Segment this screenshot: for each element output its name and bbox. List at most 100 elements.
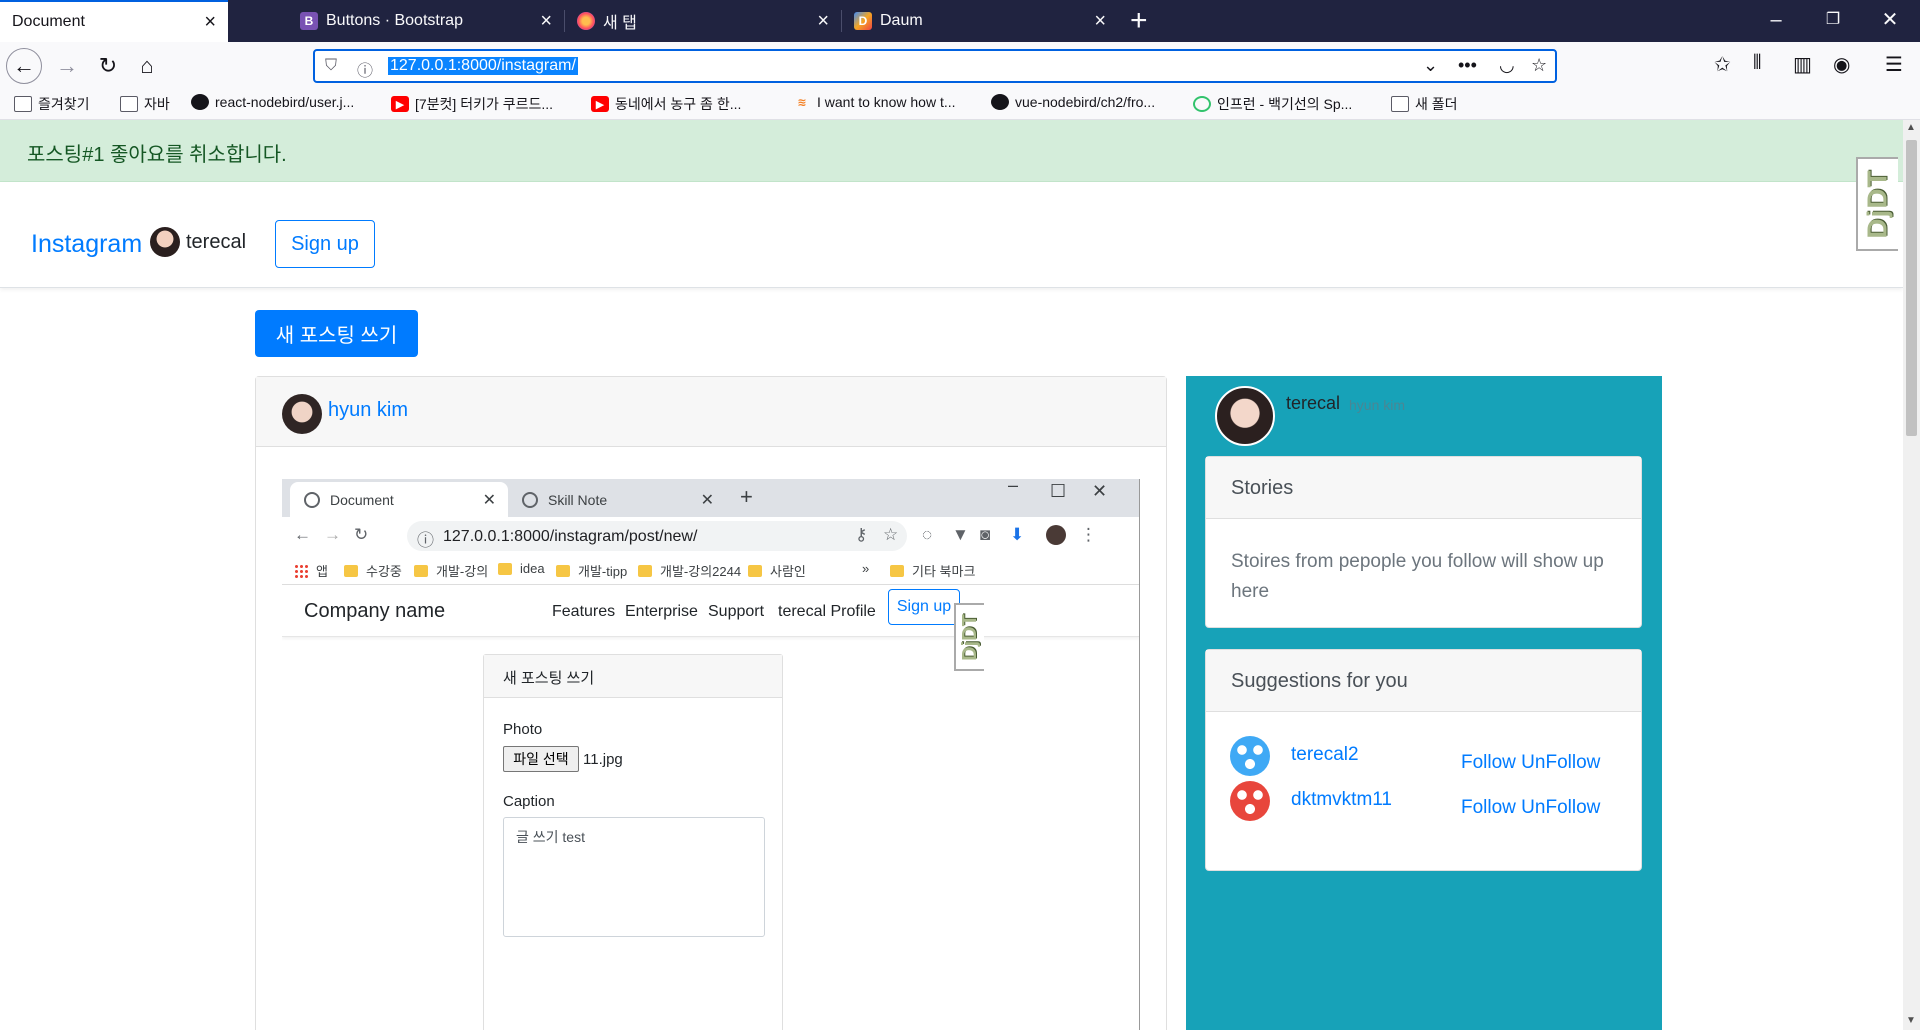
image-bookmark: 개발-강의 <box>414 561 488 580</box>
image-bookmark: 기타 북마크 <box>890 561 975 580</box>
debug-toolbar-handle[interactable]: DjDT <box>1856 157 1898 251</box>
image-file-button: 파일 선택 <box>503 746 579 772</box>
library-icon[interactable]: ⫴ <box>1753 52 1761 75</box>
forward-arrow-icon[interactable]: → <box>51 50 83 82</box>
image-nav-link: terecal Profile <box>778 603 876 620</box>
reload-icon: ↻ <box>354 525 369 544</box>
post-header: hyun kim <box>256 377 1166 447</box>
restore-icon[interactable]: ❐ <box>1813 4 1853 36</box>
chevron-down-icon[interactable]: ⌄ <box>1423 55 1438 76</box>
tab-bootstrap[interactable]: B Buttons · Bootstrap × <box>288 0 564 42</box>
avatar <box>1215 386 1275 446</box>
inflearn-icon <box>1193 96 1211 112</box>
suggestion-row: terecal2 Follow UnFollow <box>1206 736 1641 786</box>
tab-daum[interactable]: D Daum × <box>842 0 1118 42</box>
scroll-thumb[interactable] <box>1906 140 1917 436</box>
image-bookmark-label: 개발-tipp <box>578 564 628 579</box>
close-icon[interactable]: × <box>817 11 829 31</box>
image-bookmark: 앱 <box>294 561 328 580</box>
image-caption-textarea: 글 쓰기 test <box>503 817 765 937</box>
globe-icon <box>304 491 320 508</box>
bookmark-item[interactable]: react-nodebird/user.j... <box>191 94 354 110</box>
star-icon[interactable]: ☆ <box>1531 55 1547 76</box>
avatar <box>1230 781 1270 821</box>
browser-toolbar: ← → ↻ ⌂ ⛉ ⓘ 127.0.0.1:8000/instagram/ ⌄ … <box>0 42 1920 90</box>
sidebar-icon[interactable]: ▥ <box>1793 52 1812 77</box>
image-tab: Skill Note ✕ <box>508 482 726 517</box>
page-scrollbar[interactable]: ▲ ▼ <box>1903 120 1920 1030</box>
new-post-button[interactable]: 새 포스팅 쓰기 <box>255 310 418 357</box>
avatar <box>150 227 180 257</box>
bookmark-star-icon[interactable]: ✩ <box>1714 52 1731 77</box>
info-icon[interactable]: ⓘ <box>357 57 373 81</box>
folder-icon <box>120 96 138 112</box>
more-icon[interactable]: ••• <box>1458 55 1477 76</box>
tab-new-tab[interactable]: 새 탭 × <box>565 0 841 42</box>
folder-icon <box>344 564 358 577</box>
bookmark-label: 자바 <box>144 96 170 112</box>
close-icon[interactable]: × <box>1094 11 1106 31</box>
folder-icon <box>14 96 32 112</box>
firefox-icon <box>577 12 595 30</box>
reload-icon[interactable]: ↻ <box>92 50 124 82</box>
bookmark-item[interactable]: 자바 <box>120 94 170 114</box>
avatar <box>1046 525 1066 545</box>
minimize-icon[interactable]: – <box>1756 4 1796 36</box>
image-debug-toolbar-handle: DjDT <box>954 603 984 671</box>
image-bookmark: idea <box>498 561 545 576</box>
brand-link[interactable]: Instagram <box>31 230 142 259</box>
key-icon: ⚷ <box>855 525 868 544</box>
bookmark-item[interactable]: vue-nodebird/ch2/fro... <box>991 94 1155 110</box>
image-nav-link: Enterprise <box>625 603 698 620</box>
shield-icon[interactable]: ⛉ <box>325 57 337 75</box>
nav-username[interactable]: terecal <box>186 231 246 254</box>
scroll-up-icon[interactable]: ▲ <box>1906 122 1916 133</box>
url-bar[interactable]: ⛉ ⓘ 127.0.0.1:8000/instagram/ ⌄ ••• ◡ ☆ <box>313 49 1557 83</box>
tab-document[interactable]: Document × <box>0 0 228 42</box>
image-bookmark: 사람인 <box>748 561 806 580</box>
bookmark-item[interactable]: ▶ 동네에서 농구 좀 한... <box>591 94 741 114</box>
signup-button[interactable]: Sign up <box>275 220 375 268</box>
folder-icon <box>1391 96 1409 112</box>
menu-icon: ⋮ <box>1080 525 1097 544</box>
close-icon: ✕ <box>700 491 714 509</box>
scroll-down-icon[interactable]: ▼ <box>1906 1015 1916 1026</box>
minimize-icon: – <box>1008 479 1019 495</box>
apps-icon <box>294 563 308 578</box>
image-file-name: 11.jpg <box>583 751 623 768</box>
home-icon[interactable]: ⌂ <box>131 50 163 82</box>
sidebar-username[interactable]: terecal <box>1286 393 1340 414</box>
post-image[interactable]: Document ✕ Skill Note ✕ + – ☐ ✕ ← → ↻ ⓘ <box>282 479 1140 1030</box>
alert-message: 포스팅#1 좋아요를 취소합니다. <box>0 120 1903 182</box>
new-tab-button[interactable]: + <box>1130 4 1148 38</box>
folder-icon <box>890 564 904 577</box>
bookmark-item[interactable]: 즐겨찾기 <box>14 94 90 114</box>
djdt-label: DjDT <box>1862 169 1894 239</box>
folder-icon <box>498 562 512 575</box>
image-bookmark: 개발-tipp <box>556 561 627 580</box>
back-arrow-icon[interactable]: ← <box>6 48 42 84</box>
account-icon[interactable]: ◉ <box>1833 52 1850 77</box>
suggestion-username[interactable]: dktmvktm11 <box>1291 789 1392 811</box>
close-icon[interactable]: × <box>540 11 552 31</box>
window-close-icon[interactable]: ✕ <box>1870 4 1910 36</box>
bookmark-item[interactable]: 인프런 - 백기선의 Sp... <box>1193 94 1352 114</box>
follow-unfollow-link[interactable]: Follow UnFollow <box>1461 752 1600 774</box>
bookmark-item[interactable]: ▶ [7분컷] 터키가 쿠르드... <box>391 94 553 114</box>
post-author-link[interactable]: hyun kim <box>328 399 408 422</box>
pocket-icon[interactable]: ◡ <box>1499 55 1515 76</box>
star-icon: ☆ <box>883 525 899 544</box>
image-site-header: Company name Features Enterprise Support… <box>282 585 1139 637</box>
camera-icon: ◙ <box>980 525 991 544</box>
url-text[interactable]: 127.0.0.1:8000/instagram/ <box>388 57 578 75</box>
menu-icon[interactable]: ☰ <box>1885 52 1903 77</box>
close-icon[interactable]: × <box>204 12 216 32</box>
bookmark-item[interactable]: 새 폴더 <box>1391 94 1458 114</box>
bookmark-item[interactable]: ≋ I want to know how t... <box>793 94 955 110</box>
image-tab: Document ✕ <box>290 482 508 517</box>
tab-title: 새 탭 <box>603 15 637 32</box>
image-bookmark-overflow: » <box>862 561 869 576</box>
tab-title: Buttons · Bootstrap <box>326 12 463 29</box>
suggestion-username[interactable]: terecal2 <box>1291 744 1359 766</box>
follow-unfollow-link[interactable]: Follow UnFollow <box>1461 797 1600 819</box>
